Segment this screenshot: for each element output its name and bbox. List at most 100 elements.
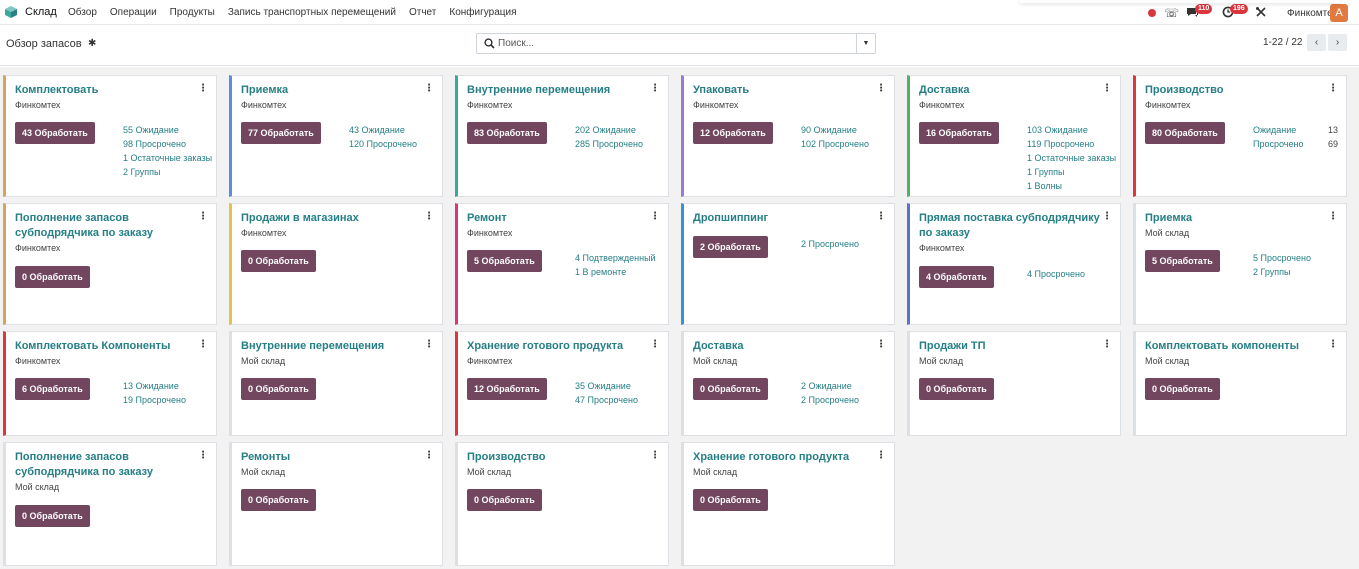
operation-type-card[interactable]: Хранение готового продукта ⋮ Мой склад 0 Об… xyxy=(681,442,895,566)
card-menu-icon[interactable]: ⋮ xyxy=(650,83,660,94)
stat-link[interactable]: 1 Остаточные заказы xyxy=(1027,151,1116,165)
card-menu-icon[interactable]: ⋮ xyxy=(876,211,886,222)
operation-type-card[interactable]: Приемка ⋮ Мой склад 5 Обработать 5 Просрочен… xyxy=(1133,203,1347,325)
operation-type-card[interactable]: Внутренние перемещения ⋮ Финкомтех 83 Обраб… xyxy=(455,75,669,197)
search-options-toggle[interactable]: ▼ xyxy=(856,34,875,53)
process-button[interactable]: 5 Обработать xyxy=(467,250,542,272)
process-button[interactable]: 80 Обработать xyxy=(1145,122,1225,144)
stat-link[interactable]: 2 Ожидание xyxy=(801,379,859,393)
card-menu-icon[interactable]: ⋮ xyxy=(1328,211,1338,222)
inventory-app-icon[interactable] xyxy=(4,5,18,19)
card-title[interactable]: Комплектовать xyxy=(15,83,203,98)
operation-type-card[interactable]: Прямая поставка субподрядчику по заказу ⋮… xyxy=(907,203,1121,325)
operation-type-card[interactable]: Доставка ⋮ Финкомтех 16 Обработать 103 Ожида… xyxy=(907,75,1121,197)
operation-type-card[interactable]: Производство ⋮ Мой склад 0 Обработать xyxy=(455,442,669,566)
user-avatar[interactable]: А xyxy=(1330,4,1348,22)
card-menu-icon[interactable]: ⋮ xyxy=(650,339,660,350)
card-menu-icon[interactable]: ⋮ xyxy=(650,211,660,222)
gear-icon[interactable]: ✱ xyxy=(88,38,96,49)
card-title[interactable]: Пополнение запасов субподрядчика по зака… xyxy=(15,211,203,241)
card-title[interactable]: Хранение готового продукта xyxy=(693,450,881,465)
stat-link[interactable]: 13 Ожидание xyxy=(123,379,186,393)
card-title[interactable]: Продажи в магазинах xyxy=(241,211,429,226)
process-button[interactable]: 12 Обработать xyxy=(693,122,773,144)
menu-report[interactable]: Отчет xyxy=(409,7,436,18)
card-title[interactable]: Внутренние перемещения xyxy=(241,339,429,354)
stat-link[interactable]: Просрочено xyxy=(1253,137,1303,151)
pager-value[interactable]: 1-22 / 22 xyxy=(1263,37,1302,48)
recording-indicator-icon[interactable] xyxy=(1148,9,1156,17)
stat-link[interactable]: 90 Ожидание xyxy=(801,123,869,137)
stat-link[interactable]: 285 Просрочено xyxy=(575,137,643,151)
card-menu-icon[interactable]: ⋮ xyxy=(198,450,208,461)
stat-link[interactable]: 1 В ремонте xyxy=(575,265,656,279)
card-title[interactable]: Доставка xyxy=(919,83,1107,98)
process-button[interactable]: 4 Обработать xyxy=(919,266,994,288)
card-title[interactable]: Ремонты xyxy=(241,450,429,465)
operation-type-card[interactable]: Продажи ТП ⋮ Мой склад 0 Обработать xyxy=(907,331,1121,436)
card-menu-icon[interactable]: ⋮ xyxy=(198,83,208,94)
stat-link[interactable]: Ожидание xyxy=(1253,123,1303,137)
pager-next-button[interactable]: › xyxy=(1328,34,1347,51)
operation-type-card[interactable]: Хранение готового продукта ⋮ Финкомтех 12 О… xyxy=(455,331,669,436)
card-menu-icon[interactable]: ⋮ xyxy=(650,450,660,461)
stat-link[interactable]: 103 Ожидание xyxy=(1027,123,1116,137)
process-button[interactable]: 0 Обработать xyxy=(15,505,90,527)
menu-configuration[interactable]: Конфигурация xyxy=(449,7,516,18)
operation-type-card[interactable]: Упаковать ⋮ Финкомтех 12 Обработать 90 Ожида… xyxy=(681,75,895,197)
stat-link[interactable]: 102 Просрочено xyxy=(801,137,869,151)
card-menu-icon[interactable]: ⋮ xyxy=(1328,83,1338,94)
card-menu-icon[interactable]: ⋮ xyxy=(198,211,208,222)
app-name[interactable]: Склад xyxy=(25,6,57,18)
operation-type-card[interactable]: Ремонты ⋮ Мой склад 0 Обработать xyxy=(229,442,443,566)
stat-link[interactable]: 47 Просрочено xyxy=(575,393,638,407)
stat-link[interactable]: 202 Ожидание xyxy=(575,123,643,137)
stat-link[interactable]: 5 Просрочено xyxy=(1253,251,1311,265)
card-title[interactable]: Производство xyxy=(1145,83,1333,98)
stat-link[interactable]: 43 Ожидание xyxy=(349,123,417,137)
process-button[interactable]: 83 Обработать xyxy=(467,122,547,144)
card-title[interactable]: Продажи ТП xyxy=(919,339,1107,354)
card-menu-icon[interactable]: ⋮ xyxy=(1102,211,1112,222)
process-button[interactable]: 0 Обработать xyxy=(241,250,316,272)
operation-type-card[interactable]: Ремонт ⋮ Финкомтех 5 Обработать 4 Подтвержде… xyxy=(455,203,669,325)
card-menu-icon[interactable]: ⋮ xyxy=(1328,339,1338,350)
process-button[interactable]: 0 Обработать xyxy=(241,489,316,511)
process-button[interactable]: 0 Обработать xyxy=(467,489,542,511)
process-button[interactable]: 0 Обработать xyxy=(693,378,768,400)
card-title[interactable]: Комплектовать компоненты xyxy=(1145,339,1333,354)
card-title[interactable]: Дропшиппинг xyxy=(693,211,881,226)
process-button[interactable]: 5 Обработать xyxy=(1145,250,1220,272)
process-button[interactable]: 0 Обработать xyxy=(15,266,90,288)
process-button[interactable]: 0 Обработать xyxy=(1145,378,1220,400)
card-menu-icon[interactable]: ⋮ xyxy=(876,339,886,350)
operation-type-card[interactable]: Доставка ⋮ Мой склад 0 Обработать 2 Ожидание… xyxy=(681,331,895,436)
operation-type-card[interactable]: Дропшиппинг ⋮ 2 Обработать 2 Просрочено xyxy=(681,203,895,325)
card-menu-icon[interactable]: ⋮ xyxy=(876,450,886,461)
stat-link[interactable]: 1 Волны xyxy=(1027,179,1116,193)
card-menu-icon[interactable]: ⋮ xyxy=(198,339,208,350)
stat-link[interactable]: 98 Просрочено xyxy=(123,137,212,151)
operation-type-card[interactable]: Пополнение запасов субподрядчика по зака… xyxy=(3,442,217,566)
menu-operations[interactable]: Операции xyxy=(110,7,157,18)
stat-link[interactable]: 1 Группы xyxy=(1027,165,1116,179)
operation-type-card[interactable]: Комплектовать компоненты ⋮ Мой склад 0 Обра… xyxy=(1133,331,1347,436)
operation-type-card[interactable]: Производство ⋮ Финкомтех 80 Обработать Ожида… xyxy=(1133,75,1347,197)
stat-link[interactable]: 2 Группы xyxy=(123,165,212,179)
phone-icon[interactable]: ☏ xyxy=(1164,6,1179,20)
card-title[interactable]: Ремонт xyxy=(467,211,655,226)
stat-link[interactable]: 2 Группы xyxy=(1253,265,1311,279)
process-button[interactable]: 43 Обработать xyxy=(15,122,95,144)
stat-link[interactable]: 55 Ожидание xyxy=(123,123,212,137)
operation-type-card[interactable]: Пополнение запасов субподрядчика по зака… xyxy=(3,203,217,325)
stat-link[interactable]: 119 Просрочено xyxy=(1027,137,1116,151)
stat-link[interactable]: 19 Просрочено xyxy=(123,393,186,407)
card-menu-icon[interactable]: ⋮ xyxy=(876,83,886,94)
process-button[interactable]: 16 Обработать xyxy=(919,122,999,144)
stat-link[interactable]: 4 Подтвержденный xyxy=(575,251,656,265)
process-button[interactable]: 2 Обработать xyxy=(693,236,768,258)
card-menu-icon[interactable]: ⋮ xyxy=(424,211,434,222)
card-title[interactable]: Упаковать xyxy=(693,83,881,98)
card-title[interactable]: Доставка xyxy=(693,339,881,354)
operation-type-card[interactable]: Комплектовать Компоненты ⋮ Финкомтех 6 Обра… xyxy=(3,331,217,436)
